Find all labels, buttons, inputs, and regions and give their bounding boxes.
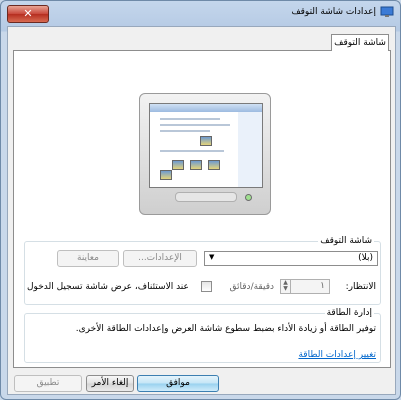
resume-checkbox[interactable] xyxy=(201,281,212,292)
apply-button[interactable]: تطبيق xyxy=(14,375,82,392)
settings-button[interactable]: الإعدادات... xyxy=(123,250,197,267)
chevron-down-icon: ▼ xyxy=(209,253,215,261)
ok-button[interactable]: موافق xyxy=(137,375,219,392)
screensaver-selected: (بلا) xyxy=(358,253,373,263)
preview-screen xyxy=(149,103,263,188)
power-group-title: إدارة الطاقة xyxy=(324,308,374,318)
power-group: إدارة الطاقة توفير الطاقة أو زيادة الأدا… xyxy=(24,308,381,363)
screensaver-icon xyxy=(380,6,394,18)
wait-stepper[interactable]: ١ ▲ ▼ xyxy=(280,279,330,294)
dialog-client: شاشة التوقف شاشة التوقف (بلا) ▼ الإعدادا… xyxy=(7,26,396,395)
screensaver-group-title: شاشة التوقف xyxy=(318,236,374,246)
resume-label: عند الاستئناف، عرض شاشة تسجيل الدخول xyxy=(27,282,189,292)
close-icon: ✕ xyxy=(23,7,33,20)
power-led xyxy=(245,194,252,201)
minutes-label: دقيقة/دقائق xyxy=(229,282,275,292)
window-title: إعدادات شاشة التوقف xyxy=(291,7,376,17)
monitor-preview xyxy=(139,93,271,215)
screensaver-group: شاشة التوقف (بلا) ▼ الإعدادات... معاينة … xyxy=(24,236,381,305)
dialog-window: إعدادات شاشة التوقف ✕ شاشة التوقف شاشة ا… xyxy=(0,0,401,400)
screensaver-select[interactable]: (بلا) ▼ xyxy=(204,251,378,266)
tab-screensaver[interactable]: شاشة التوقف xyxy=(331,34,389,51)
power-description: توفير الطاقة أو زيادة الأداء بضبط سطوع ش… xyxy=(75,324,376,334)
wait-label: الانتظار: xyxy=(345,282,376,292)
title-bar[interactable]: إعدادات شاشة التوقف ✕ xyxy=(1,1,400,25)
wait-value: ١ xyxy=(320,281,325,291)
preview-button[interactable]: معاينة xyxy=(57,250,119,267)
monitor-stand xyxy=(175,192,237,202)
change-power-settings-link[interactable]: تغيير إعدادات الطاقة xyxy=(298,350,376,360)
close-button[interactable]: ✕ xyxy=(7,5,49,23)
cancel-button[interactable]: إلغاء الأمر xyxy=(86,375,134,392)
stepper-arrows-icon[interactable]: ▲ ▼ xyxy=(281,280,291,293)
tab-panel: شاشة التوقف (بلا) ▼ الإعدادات... معاينة … xyxy=(13,50,391,368)
